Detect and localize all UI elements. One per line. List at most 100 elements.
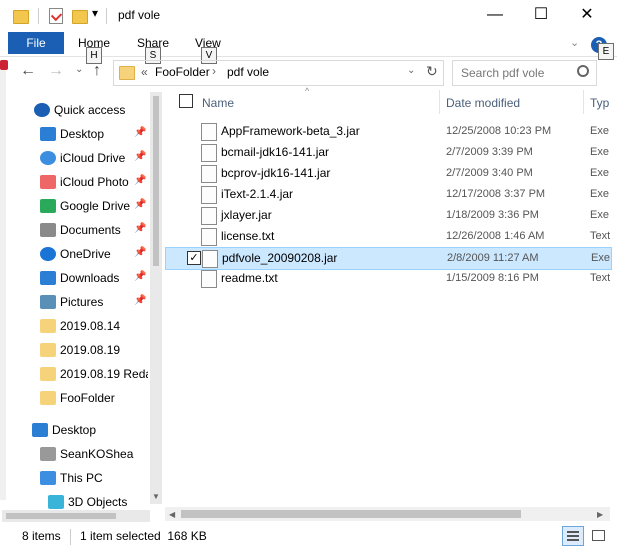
file-date: 2/8/2009 11:27 AM xyxy=(447,252,539,264)
pictures-icon xyxy=(40,295,56,309)
onedrive-icon xyxy=(40,247,56,261)
hscroll-thumb[interactable] xyxy=(181,510,521,518)
column-type[interactable]: Typ xyxy=(590,96,609,110)
pin-icon: 📌 xyxy=(134,199,147,210)
divider xyxy=(38,8,39,24)
select-all-checkbox[interactable] xyxy=(179,94,193,108)
file-row[interactable]: bcmail-jdk16-141.jar 2/7/2009 3:39 PM Exe xyxy=(165,142,610,163)
file-row[interactable]: iText-2.1.4.jar 12/17/2008 3:37 PM Exe xyxy=(165,184,610,205)
scroll-down-icon[interactable]: ▼ xyxy=(152,492,160,501)
sidebar-item-pictures[interactable]: Pictures 📌 xyxy=(0,290,148,314)
breadcrumb-separator-icon[interactable]: › xyxy=(212,64,216,78)
jar-file-icon xyxy=(201,123,217,141)
file-row[interactable]: ✓ pdfvole_20090208.jar 2/8/2009 11:27 AM Ex… xyxy=(165,247,612,270)
forward-arrow-icon[interactable]: → xyxy=(48,62,64,80)
scroll-left-icon[interactable]: ◀ xyxy=(169,510,175,519)
sidebar-item-foofolder[interactable]: FooFolder xyxy=(0,386,148,410)
sidebar-hscrollbar[interactable] xyxy=(2,510,150,522)
sidebar-item-label: Pictures xyxy=(60,295,104,309)
sidebar-item-downloads[interactable]: Downloads 📌 xyxy=(0,266,148,290)
scroll-right-icon[interactable]: ▶ xyxy=(597,510,603,519)
sidebar-item-label: 2019.08.19 Redac xyxy=(60,367,148,381)
sidebar-item-documents[interactable]: Documents 📌 xyxy=(0,218,148,242)
breadcrumb-foofolder[interactable]: FooFolder xyxy=(155,65,210,79)
sidebar-item-label: 2019.08.19 xyxy=(60,343,121,357)
refresh-icon[interactable]: ↻ xyxy=(426,63,438,80)
up-arrow-icon[interactable]: ↑ xyxy=(93,62,101,80)
file-date: 12/26/2008 1:46 AM xyxy=(446,230,545,242)
pin-icon: 📌 xyxy=(134,127,147,138)
details-view-icon xyxy=(567,531,579,533)
properties-icon[interactable] xyxy=(49,8,63,24)
large-icons-view-button[interactable] xyxy=(588,526,608,544)
file-row[interactable]: bcprov-jdk16-141.jar 2/7/2009 3:40 PM Exe xyxy=(165,163,610,184)
sidebar-item-2019-08-14[interactable]: 2019.08.14 xyxy=(0,314,148,338)
sidebar-item-label: OneDrive xyxy=(60,247,111,261)
icloud-icon xyxy=(40,151,56,165)
column-header-row: ^ Name Date modified Typ xyxy=(165,86,610,116)
app-icon xyxy=(0,60,8,70)
sidebar-item-desktop[interactable]: Desktop 📌 xyxy=(0,122,148,146)
sidebar-hscroll-thumb[interactable] xyxy=(6,513,116,519)
file-name: AppFramework-beta_3.jar xyxy=(221,124,360,138)
text-file-icon xyxy=(201,228,217,246)
file-type: Exe xyxy=(590,146,609,158)
downloads-icon xyxy=(40,271,56,285)
file-row[interactable]: readme.txt 1/15/2009 8:16 PM Text xyxy=(165,268,610,289)
maximize-button[interactable]: ☐ xyxy=(518,0,564,32)
row-checkbox[interactable]: ✓ xyxy=(187,251,201,265)
sidebar-item-this-pc[interactable]: This PC xyxy=(0,466,148,490)
file-date: 12/25/2008 10:23 PM xyxy=(446,125,552,137)
sidebar-item-icloud-drive[interactable]: iCloud Drive 📌 xyxy=(0,146,148,170)
text-file-icon xyxy=(201,270,217,288)
sidebar-item-onedrive[interactable]: OneDrive 📌 xyxy=(0,242,148,266)
folder-icon xyxy=(40,367,56,381)
file-tab[interactable]: File xyxy=(8,32,64,54)
address-bar[interactable]: « FooFolder › pdf vole ⌄ ↻ xyxy=(113,60,444,86)
pin-icon: 📌 xyxy=(134,175,147,186)
3d-objects-icon xyxy=(48,495,64,509)
file-type: Text xyxy=(590,230,611,242)
close-button[interactable]: ✕ xyxy=(564,0,610,32)
breadcrumb-pdf-vole[interactable]: pdf vole xyxy=(227,65,269,79)
file-list-hscrollbar[interactable]: ◀ ▶ xyxy=(165,507,610,521)
sidebar-item-2019-08-19[interactable]: 2019.08.19 xyxy=(0,338,148,362)
sidebar-item-seankoshea[interactable]: SeanKOShea xyxy=(0,442,148,466)
sidebar-item-label: iCloud Photo xyxy=(60,175,129,189)
details-view-button[interactable] xyxy=(562,526,584,546)
desktop-icon xyxy=(40,127,56,141)
file-name: license.txt xyxy=(221,229,275,243)
sidebar-item-label: Google Drive xyxy=(60,199,131,213)
new-folder-icon[interactable] xyxy=(72,10,88,24)
breadcrumb-overflow[interactable]: « xyxy=(141,65,148,79)
sidebar-item-icloud-photo[interactable]: iCloud Photo 📌 xyxy=(0,170,148,194)
sidebar-item-quick-access[interactable]: Quick access xyxy=(0,98,148,122)
search-icon xyxy=(577,65,589,77)
expand-ribbon-icon[interactable]: ⌄ xyxy=(570,36,579,49)
column-date-modified[interactable]: Date modified xyxy=(446,96,520,110)
sidebar-item-label: Desktop xyxy=(52,423,97,437)
sidebar-item-label: This PC xyxy=(60,471,103,485)
file-row[interactable]: license.txt 12/26/2008 1:46 AM Text xyxy=(165,226,610,247)
sidebar-scroll-thumb[interactable] xyxy=(153,96,159,266)
sidebar-item-2019-08-19-redac[interactable]: 2019.08.19 Redac xyxy=(0,362,148,386)
sidebar-item-google-drive[interactable]: Google Drive 📌 xyxy=(0,194,148,218)
customize-toolbar-icon[interactable]: ▾ xyxy=(92,6,98,20)
folder-icon xyxy=(40,391,56,405)
minimize-button[interactable]: — xyxy=(472,0,518,32)
sidebar-item-desktop[interactable]: Desktop xyxy=(0,418,148,442)
column-name[interactable]: Name xyxy=(202,96,234,110)
sidebar-item-label: SeanKOShea xyxy=(60,447,134,461)
address-dropdown-icon[interactable]: ⌄ xyxy=(407,65,415,76)
search-box[interactable]: Search pdf vole xyxy=(452,60,597,86)
sidebar-item-label: Documents xyxy=(60,223,121,237)
file-row[interactable]: AppFramework-beta_3.jar 12/25/2008 10:23 … xyxy=(165,121,610,142)
back-arrow-icon[interactable]: ← xyxy=(20,62,36,80)
sidebar-scrollbar[interactable]: ▼ xyxy=(150,92,162,504)
file-date: 1/15/2009 8:16 PM xyxy=(446,272,539,284)
recent-locations-icon[interactable]: ⌄ xyxy=(75,64,83,75)
search-input[interactable]: Search pdf vole xyxy=(461,66,544,80)
google-drive-icon xyxy=(40,199,56,213)
sidebar-item-label: Quick access xyxy=(54,103,126,117)
file-row[interactable]: jxlayer.jar 1/18/2009 3:36 PM Exe xyxy=(165,205,610,226)
